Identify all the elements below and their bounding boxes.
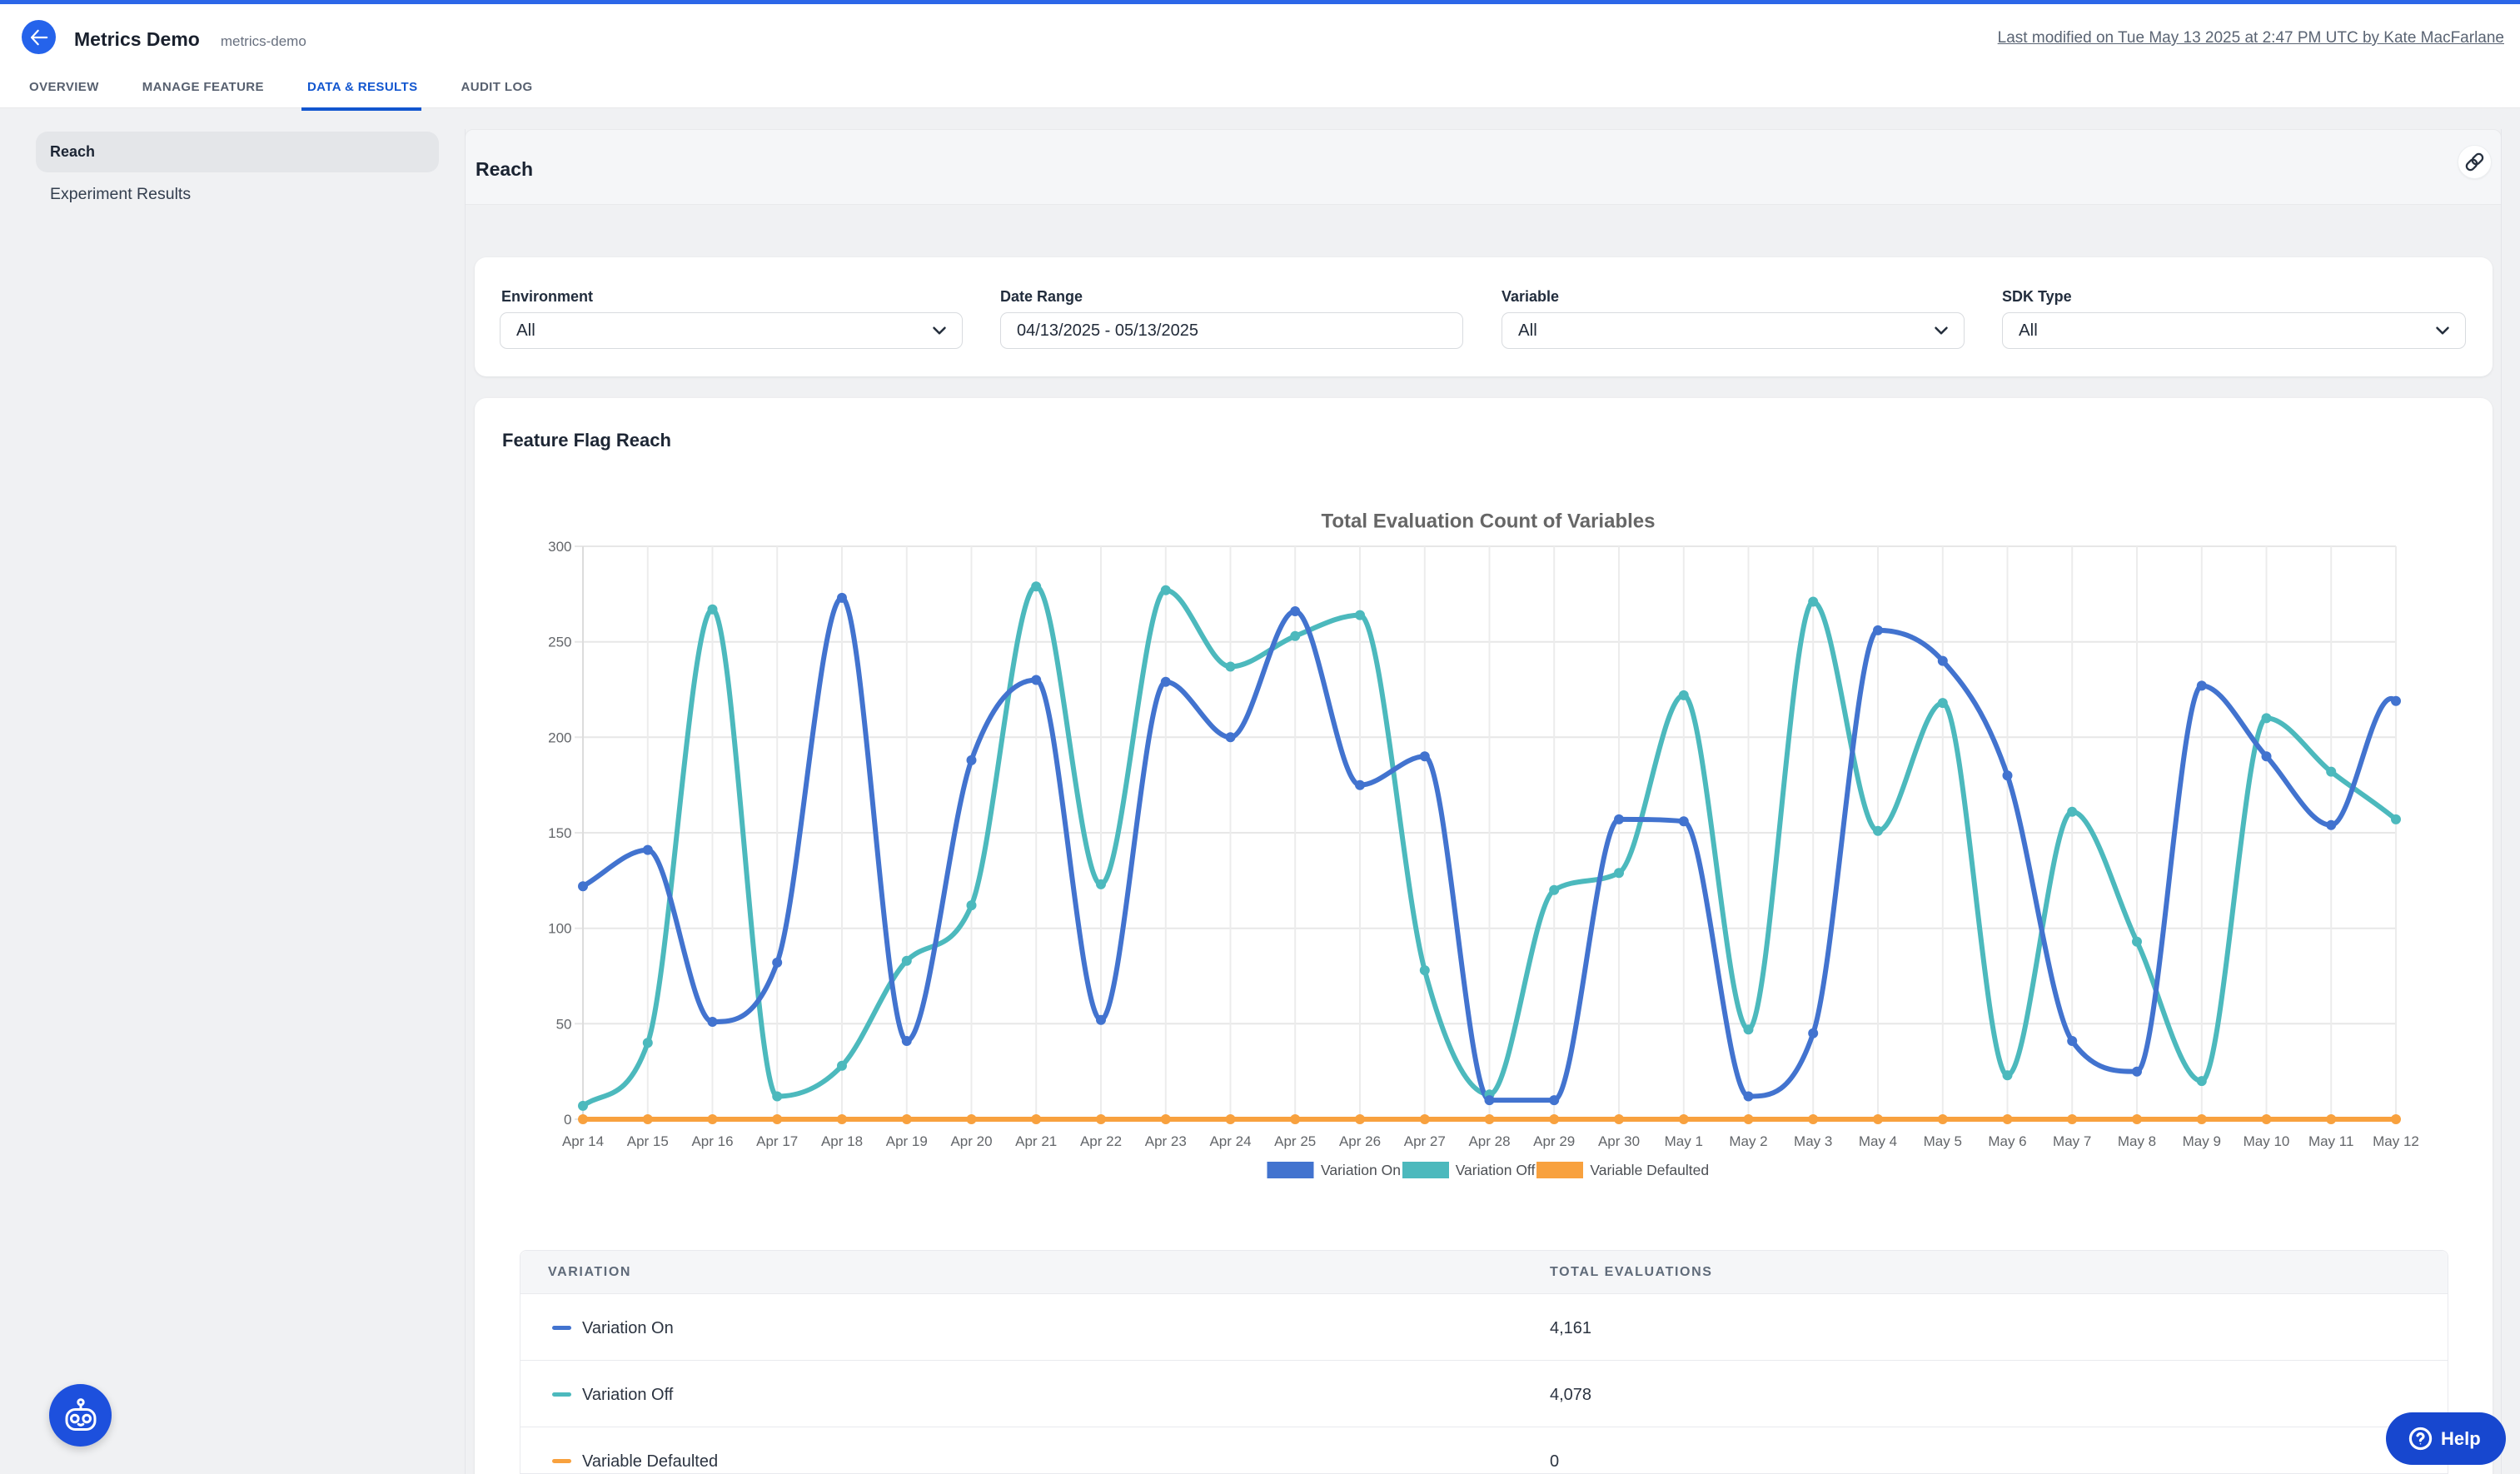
svg-text:Apr 15: Apr 15 [627,1133,669,1149]
svg-text:Apr 29: Apr 29 [1533,1133,1575,1149]
svg-text:Apr 24: Apr 24 [1209,1133,1251,1149]
svg-text:150: 150 [548,825,571,841]
svg-text:Variable Defaulted: Variable Defaulted [1590,1162,1709,1178]
svg-text:Apr 20: Apr 20 [950,1133,992,1149]
svg-text:Apr 30: Apr 30 [1598,1133,1640,1149]
svg-text:May 8: May 8 [2118,1133,2156,1149]
svg-text:May 2: May 2 [1729,1133,1767,1149]
svg-text:50: 50 [556,1016,572,1032]
svg-text:May 9: May 9 [2183,1133,2221,1149]
svg-text:0: 0 [564,1112,571,1128]
svg-text:Apr 19: Apr 19 [886,1133,928,1149]
svg-text:Variation Off: Variation Off [1456,1162,1536,1178]
svg-text:Total Evaluation Count of Vari: Total Evaluation Count of Variables [1322,510,1656,533]
svg-text:Apr 22: Apr 22 [1080,1133,1122,1149]
svg-text:Apr 23: Apr 23 [1145,1133,1187,1149]
svg-text:Apr 26: Apr 26 [1339,1133,1381,1149]
svg-text:May 10: May 10 [2244,1133,2290,1149]
svg-text:Apr 25: Apr 25 [1274,1133,1316,1149]
svg-text:Variation On: Variation On [1321,1162,1401,1178]
svg-text:Apr 16: Apr 16 [691,1133,733,1149]
svg-text:Apr 27: Apr 27 [1404,1133,1446,1149]
svg-text:May 11: May 11 [2308,1133,2354,1149]
svg-text:200: 200 [548,730,571,745]
svg-text:Apr 17: Apr 17 [756,1133,798,1149]
svg-text:May 7: May 7 [2053,1133,2091,1149]
svg-text:250: 250 [548,635,571,650]
svg-text:May 12: May 12 [2373,1133,2419,1149]
svg-text:May 5: May 5 [1924,1133,1962,1149]
svg-text:Apr 18: Apr 18 [821,1133,863,1149]
svg-text:Apr 14: Apr 14 [562,1133,604,1149]
svg-text:300: 300 [548,539,571,555]
svg-text:May 1: May 1 [1665,1133,1703,1149]
svg-text:May 4: May 4 [1859,1133,1897,1149]
svg-text:Apr 28: Apr 28 [1468,1133,1510,1149]
svg-text:Apr 21: Apr 21 [1015,1133,1057,1149]
svg-text:May 6: May 6 [1988,1133,2026,1149]
svg-text:100: 100 [548,921,571,937]
svg-text:May 3: May 3 [1794,1133,1832,1149]
